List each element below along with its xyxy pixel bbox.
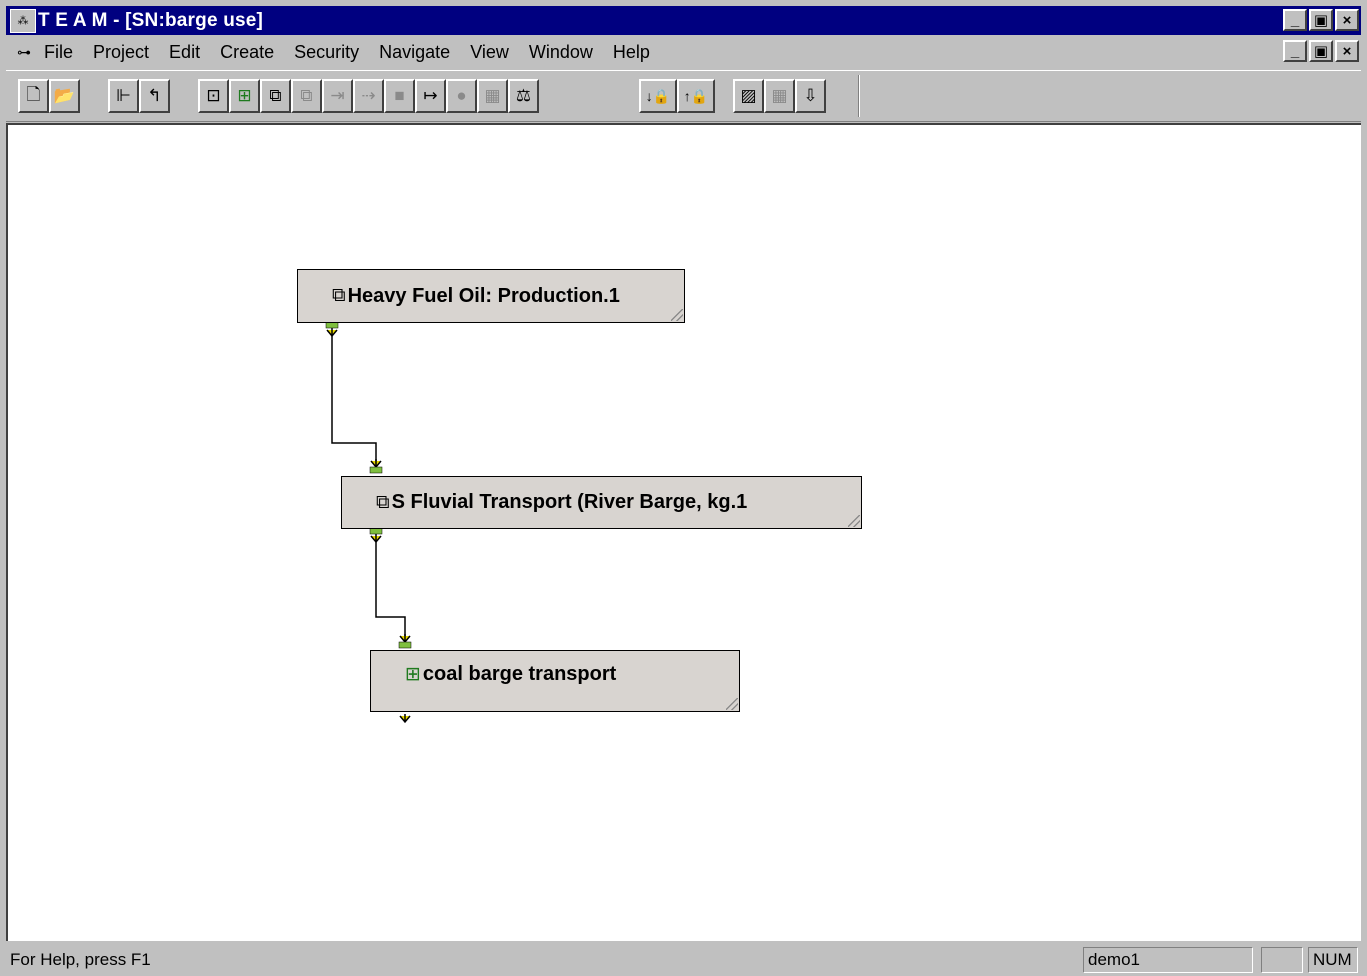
input-arrow-icon[interactable]: ⇥ — [322, 79, 353, 113]
toolbar-group-navigation: ⊩ ↰ — [108, 79, 170, 113]
menu-create[interactable]: Create — [210, 42, 284, 63]
menu-project[interactable]: Project — [83, 42, 159, 63]
toolbar-group-create: ⊡ ⊞ ⧉ ⧉ ⇥ ⇢ ■ ↦ ● ▦ ⚖ — [198, 79, 539, 113]
status-user-pane: demo1 — [1083, 947, 1253, 973]
menu-bar: ⊶ File Project Edit Create Security Navi… — [6, 36, 1361, 68]
stacked-module-icon[interactable]: ⧉ — [260, 79, 291, 113]
calculator-icon[interactable]: ▦ — [477, 79, 508, 113]
connector-line[interactable] — [331, 330, 377, 468]
up-level-icon[interactable]: ↰ — [139, 79, 170, 113]
output-arrow-icon[interactable]: ⇢ — [353, 79, 384, 113]
block-icon[interactable]: ■ — [384, 79, 415, 113]
lock-up-icon[interactable]: ↑🔒 — [677, 79, 715, 113]
window-title: T E A M - [SN:barge use] — [38, 9, 264, 31]
menu-file[interactable]: File — [38, 42, 83, 63]
doc-close-button[interactable]: × — [1335, 40, 1359, 62]
document-network-icon[interactable]: ⊶ — [10, 41, 38, 63]
node-label: coal barge transport — [422, 663, 617, 685]
toolbar-group-file: 🗋 📂 — [18, 79, 80, 113]
output-port-icon[interactable] — [325, 321, 339, 338]
menu-security[interactable]: Security — [284, 42, 369, 63]
input-port-icon[interactable] — [398, 634, 412, 649]
circle-icon[interactable]: ● — [446, 79, 477, 113]
resize-grip-icon[interactable] — [671, 309, 683, 321]
app-window: ⁂ T E A M - [SN:barge use] _ ▣ × ⊶ File … — [0, 0, 1367, 976]
new-document-icon[interactable]: 🗋 — [18, 79, 49, 113]
toolbar-group-security: ↓🔒 ↑🔒 — [639, 79, 715, 113]
module-icon: ⊞ — [405, 664, 421, 685]
doc-minimize-button[interactable]: _ — [1283, 40, 1307, 62]
process-node[interactable]: ⧉ S Fluvial Transport (River Barge, kg.1 — [341, 476, 862, 529]
chart-icon[interactable]: ▨ — [733, 79, 764, 113]
resize-grip-icon[interactable] — [848, 515, 860, 527]
process-node[interactable]: ⧉ Heavy Fuel Oil: Production.1 — [297, 269, 685, 323]
toolbar: 🗋 📂 ⊩ ↰ ⊡ ⊞ ⧉ ⧉ ⇥ ⇢ ■ ↦ ● ▦ ⚖ ↓🔒 ↑🔒 ▨ ▦ … — [6, 70, 1361, 122]
toolbar-group-output: ▨ ▦ ⇩ — [733, 79, 826, 113]
stacked-module-icon: ⧉ — [332, 285, 346, 306]
minimize-button[interactable]: _ — [1283, 9, 1307, 31]
menu-navigate[interactable]: Navigate — [369, 42, 460, 63]
status-numlock-pane: NUM — [1308, 947, 1358, 973]
diagram-canvas[interactable]: ⧉ Heavy Fuel Oil: Production.1 ⧉ S Fluvi… — [6, 123, 1361, 941]
connector-layer — [325, 321, 412, 724]
status-empty-pane — [1261, 947, 1303, 973]
menu-window[interactable]: Window — [519, 42, 603, 63]
menu-edit[interactable]: Edit — [159, 42, 210, 63]
open-folder-icon[interactable]: 📂 — [49, 79, 80, 113]
node-label: Heavy Fuel Oil: Production.1 — [347, 284, 620, 307]
connector-line[interactable] — [375, 537, 406, 643]
menu-help[interactable]: Help — [603, 42, 660, 63]
team-app-icon[interactable]: ⁂ — [10, 8, 36, 33]
lock-down-icon[interactable]: ↓🔒 — [639, 79, 677, 113]
output-port-icon[interactable] — [399, 714, 411, 724]
status-bar: For Help, press F1 demo1 NUM — [6, 943, 1361, 976]
module-icon[interactable]: ⊞ — [229, 79, 260, 113]
network-icon[interactable]: ⊡ — [198, 79, 229, 113]
restore-button[interactable]: ▣ — [1309, 9, 1333, 31]
link-icon[interactable]: ↦ — [415, 79, 446, 113]
menu-view[interactable]: View — [460, 42, 519, 63]
title-bar[interactable]: ⁂ T E A M - [SN:barge use] _ ▣ × — [6, 6, 1361, 35]
resize-grip-icon[interactable] — [726, 698, 738, 710]
toolbar-end-separator — [858, 75, 860, 117]
stacked-module-disabled-icon[interactable]: ⧉ — [291, 79, 322, 113]
doc-restore-button[interactable]: ▣ — [1309, 40, 1333, 62]
grid-icon[interactable]: ▦ — [764, 79, 795, 113]
status-help-text: For Help, press F1 — [10, 949, 151, 969]
output-port-icon[interactable] — [369, 527, 383, 544]
close-button[interactable]: × — [1335, 9, 1359, 31]
stacked-module-icon: ⧉ — [376, 491, 390, 513]
arrow-down-icon[interactable]: ⇩ — [795, 79, 826, 113]
node-label: S Fluvial Transport (River Barge, kg.1 — [391, 491, 748, 513]
process-node[interactable]: ⊞ coal barge transport — [370, 650, 740, 712]
balance-icon[interactable]: ⚖ — [508, 79, 539, 113]
tree-view-icon[interactable]: ⊩ — [108, 79, 139, 113]
input-port-icon[interactable] — [369, 459, 383, 474]
